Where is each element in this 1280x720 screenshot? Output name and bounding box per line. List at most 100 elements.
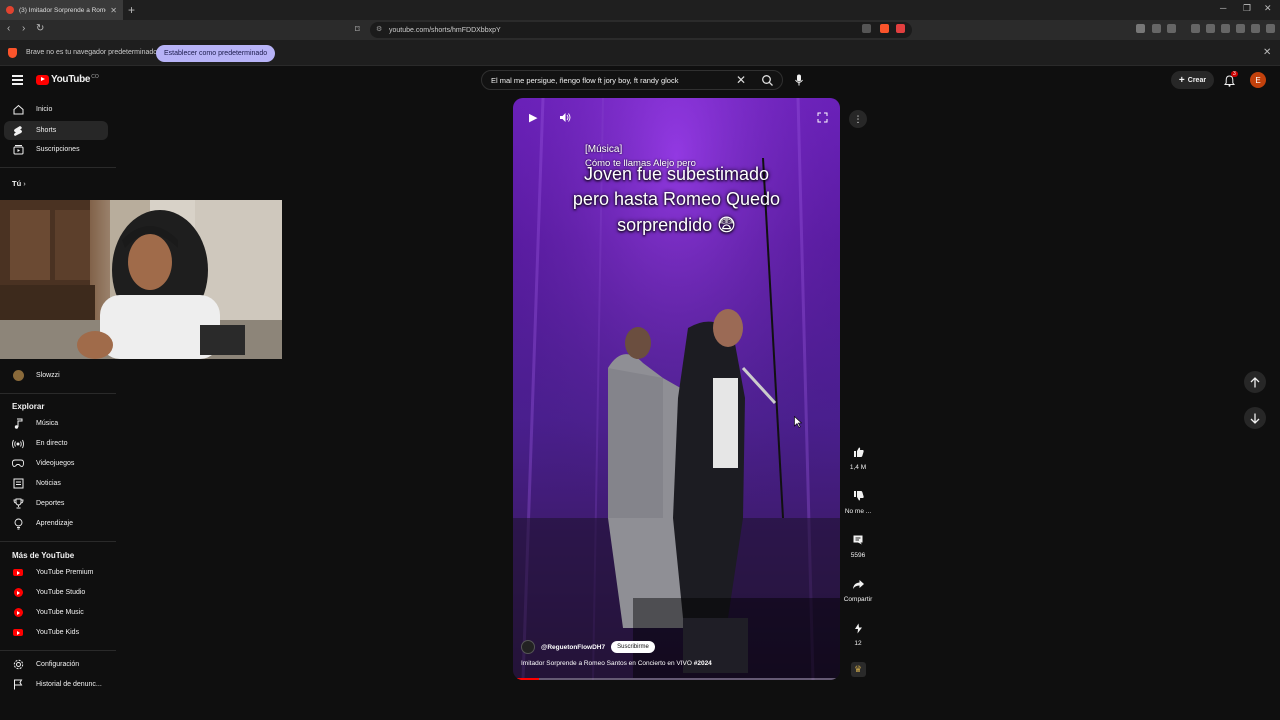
sidebar-item-en-directo[interactable]: En directo	[4, 434, 108, 453]
explore-heading: Explorar	[12, 402, 45, 411]
dislike-label: No me ...	[844, 508, 872, 515]
search-box[interactable]: El mal me persigue, ñengo flow ft jory b…	[481, 70, 783, 90]
like-count: 1,4 M	[849, 464, 867, 471]
channel-avatar[interactable]	[521, 640, 535, 654]
sidebar-item-label: Música	[36, 420, 59, 427]
site-info-icon[interactable]: ⚙	[376, 25, 382, 33]
vpn-icon[interactable]	[1251, 24, 1260, 33]
youtube-logo[interactable]: YouTube CO	[36, 74, 99, 85]
video-progress-bar[interactable]	[513, 678, 840, 680]
share-label: Compartir	[843, 596, 873, 603]
media-icon[interactable]	[1191, 24, 1200, 33]
youtube-studio-icon	[12, 587, 24, 599]
brave-rewards-icon[interactable]	[896, 24, 905, 33]
shorts-icon	[12, 125, 24, 137]
account-avatar[interactable]: E	[1250, 72, 1266, 88]
browser-menu-icon[interactable]	[1266, 24, 1275, 33]
voice-search-mic-icon[interactable]	[792, 73, 806, 87]
music-icon	[12, 418, 24, 430]
notification-badge: 3	[1231, 71, 1238, 77]
share-icon	[849, 575, 867, 593]
sidebar-item-suscripciones[interactable]: Suscripciones	[4, 140, 108, 159]
comments-button[interactable]: 5596	[842, 531, 874, 559]
sidebar-you-section[interactable]: Tú ›	[12, 179, 26, 188]
sidebar-item-noticias[interactable]: Noticias	[4, 474, 108, 493]
browser-tab[interactable]: (3) Imitador Sorprende a Romeo ✕	[0, 0, 123, 20]
wallet-icon[interactable]	[1221, 24, 1230, 33]
you-label: Tú	[12, 179, 22, 188]
set-default-button[interactable]: Establecer como predeterminado	[156, 45, 276, 62]
sidebar-item-videojuegos[interactable]: Videojuegos	[4, 454, 108, 473]
closed-caption-line-1: [Música]	[585, 144, 623, 155]
sound-thumbnail-button[interactable]: ♛	[842, 662, 874, 677]
notifications-button[interactable]: 3	[1223, 71, 1238, 92]
extension-icon[interactable]	[1136, 24, 1145, 33]
youtube-favicon-icon	[6, 6, 14, 14]
shorts-video-player[interactable]: ▶ [Música] Cómo te llamas Alejo pero Jov…	[513, 98, 840, 680]
infobar-close-icon[interactable]: ✕	[1263, 47, 1271, 58]
infobar-message: Brave no es tu navegador predeterminado	[26, 49, 158, 56]
sidebar-item-deportes[interactable]: Deportes	[4, 494, 108, 513]
streamer-webcam-image	[0, 200, 282, 359]
url-field[interactable]: ⚙ youtube.com/shorts/hmFDDXbbxpY	[370, 22, 912, 38]
mouse-cursor-icon	[794, 416, 802, 428]
sidebar-item-youtube-kids[interactable]: YouTube Kids	[4, 623, 108, 642]
search-icon[interactable]	[761, 74, 774, 87]
sidebar-item-shorts[interactable]: Shorts	[4, 121, 108, 140]
bulb-icon	[12, 518, 24, 530]
sidebar-item-label: YouTube Premium	[36, 569, 94, 576]
extension-icon[interactable]	[1152, 24, 1161, 33]
play-icon[interactable]: ▶	[529, 111, 537, 124]
bookmark-icon[interactable]: ⌑	[355, 24, 360, 35]
video-title-row[interactable]: Imitador Sorprende a Romeo Santos en Con…	[521, 660, 712, 667]
dislike-button[interactable]: No me ...	[842, 487, 874, 515]
chevron-right-icon: ›	[23, 179, 26, 188]
sidebar-item-musica[interactable]: Música	[4, 414, 108, 433]
close-window-icon[interactable]: ✕	[1264, 3, 1272, 14]
channel-row: @ReguetonFlowDH7 Suscribirme	[521, 640, 655, 654]
more-vert-icon: ⋮	[853, 113, 863, 124]
minimize-icon[interactable]: ─	[1220, 3, 1226, 13]
share-button[interactable]: Compartir	[842, 575, 874, 603]
fullscreen-icon[interactable]	[817, 112, 828, 123]
forward-icon[interactable]: ›	[22, 23, 25, 34]
remix-button[interactable]: 12	[842, 619, 874, 647]
search-input[interactable]: El mal me persigue, ñengo flow ft jory b…	[491, 76, 678, 85]
video-overlay-text-2: pero hasta Romeo Quedo	[572, 189, 781, 209]
sidebar-item-youtube-premium[interactable]: YouTube Premium	[4, 563, 108, 582]
previous-short-button[interactable]	[1244, 371, 1266, 393]
next-short-button[interactable]	[1244, 407, 1266, 429]
like-button[interactable]: 1,4 M	[842, 443, 874, 471]
video-hashtag[interactable]: #2024	[694, 660, 712, 667]
sidebar-item-label: En directo	[36, 440, 68, 447]
sidebar-item-youtube-studio[interactable]: YouTube Studio	[4, 583, 108, 602]
sidebar-icon[interactable]	[1206, 24, 1215, 33]
volume-icon[interactable]	[559, 112, 571, 123]
clear-search-icon[interactable]: ✕	[736, 73, 746, 87]
sidebar-item-slowzzi[interactable]: Slowzzi	[4, 366, 108, 385]
new-tab-icon[interactable]: +	[128, 3, 135, 17]
channel-name[interactable]: @ReguetonFlowDH7	[541, 644, 605, 651]
more-options-button[interactable]: ⋮	[849, 110, 867, 128]
gaming-icon	[12, 458, 24, 470]
sidebar-divider	[0, 650, 116, 651]
brave-shields-icon[interactable]	[880, 24, 889, 33]
menu-icon[interactable]	[12, 75, 23, 87]
cast-icon[interactable]	[862, 24, 871, 33]
sidebar-item-aprendizaje[interactable]: Aprendizaje	[4, 514, 108, 533]
extension-icon[interactable]	[1167, 24, 1176, 33]
comment-count: 5596	[850, 552, 866, 559]
close-tab-icon[interactable]: ✕	[110, 6, 117, 15]
sidebar-item-label: Configuración	[36, 661, 80, 668]
restore-icon[interactable]: ❐	[1243, 3, 1251, 14]
sidebar-item-historial-denuncias[interactable]: Historial de denunc...	[4, 675, 108, 694]
create-button[interactable]: + Crear	[1171, 71, 1214, 89]
home-icon	[12, 104, 24, 116]
subscribe-button[interactable]: Suscribirme	[611, 641, 655, 653]
sidebar-item-youtube-music[interactable]: YouTube Music	[4, 603, 108, 622]
back-icon[interactable]: ‹	[7, 23, 10, 34]
leo-icon[interactable]	[1236, 24, 1245, 33]
reload-icon[interactable]: ↻	[36, 23, 44, 34]
sidebar-item-configuracion[interactable]: Configuración	[4, 655, 108, 674]
sidebar-item-inicio[interactable]: Inicio	[4, 100, 108, 119]
